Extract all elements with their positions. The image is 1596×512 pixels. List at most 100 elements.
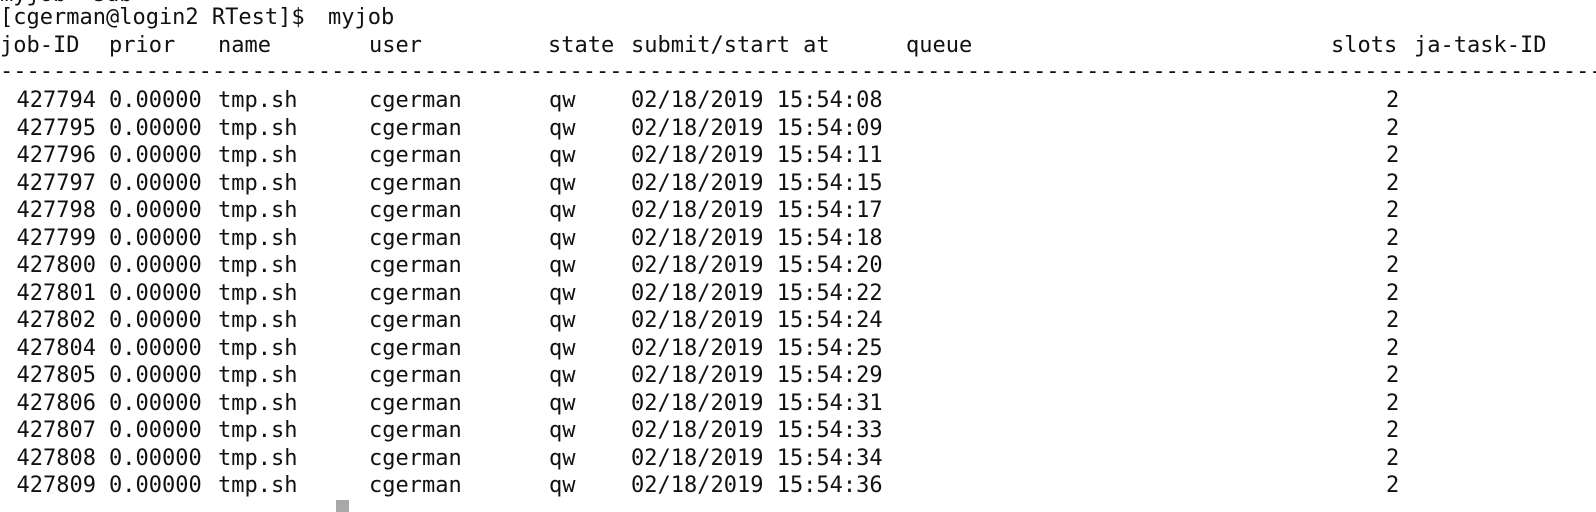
cell-job-id: 427806	[16, 390, 96, 416]
cell-submit-time: 02/18/2019 15:54:31	[631, 390, 883, 416]
cell-user: cgerman	[369, 473, 462, 498]
cell-slots: 2	[1386, 198, 1400, 223]
cell-prior: 0.00000	[109, 143, 202, 168]
cell-user: cgerman	[369, 418, 462, 443]
cell-state: qw	[549, 253, 576, 278]
cell-submit-time: 02/18/2019 15:54:11	[631, 143, 883, 168]
cell-submit-time: 02/18/2019 15:54:17	[631, 198, 883, 223]
cell-submit-time: 02/18/2019 15:54:20	[631, 253, 883, 278]
table-header: job-ID prior name user state submit/star…	[0, 33, 1546, 59]
cell-job-id: 427796	[16, 143, 96, 168]
cell-user: cgerman	[369, 198, 462, 223]
cell-slots: 2	[1386, 308, 1400, 333]
cell-slots: 2	[1386, 115, 1400, 141]
cell-user: cgerman	[369, 335, 462, 361]
cell-state: qw	[549, 473, 576, 498]
cell-user: cgerman	[369, 308, 462, 333]
cell-state: qw	[549, 308, 576, 333]
cell-state: qw	[549, 363, 576, 388]
cell-state: qw	[549, 280, 576, 306]
cell-prior: 0.00000	[109, 198, 202, 223]
cell-prior: 0.00000	[109, 473, 202, 498]
header-slots: slots	[1331, 33, 1398, 58]
command-prompt-line: [cgerman@login2 RTest]$ myjob	[0, 5, 394, 31]
cell-state: qw	[549, 445, 576, 471]
cell-state: qw	[549, 225, 576, 251]
cell-name: tmp.sh	[218, 473, 298, 498]
cell-user: cgerman	[369, 363, 462, 388]
cell-job-id: 427808	[16, 445, 96, 471]
cell-slots: 2	[1386, 170, 1400, 196]
cell-name: tmp.sh	[218, 363, 298, 388]
cell-slots: 2	[1386, 363, 1400, 388]
cell-user: cgerman	[369, 225, 462, 251]
cell-submit-time: 02/18/2019 15:54:36	[631, 473, 883, 498]
cell-prior: 0.00000	[109, 115, 202, 141]
cell-name: tmp.sh	[218, 170, 298, 196]
header-job-id: job-ID	[0, 33, 80, 58]
cell-name: tmp.sh	[218, 418, 298, 443]
cell-submit-time: 02/18/2019 15:54:22	[631, 280, 883, 306]
cell-user: cgerman	[369, 170, 462, 196]
cell-submit-time: 02/18/2019 15:54:18	[631, 225, 883, 251]
cell-slots: 2	[1386, 143, 1400, 168]
cell-job-id: 427804	[16, 335, 96, 361]
cell-user: cgerman	[369, 445, 462, 471]
cell-job-id: 427800	[16, 253, 96, 278]
header-state: state	[548, 33, 615, 58]
terminal-window[interactable]: myjob sub [cgerman@login2 RTest]$ myjob …	[0, 0, 1596, 512]
cell-prior: 0.00000	[109, 88, 202, 113]
shell-prompt: [cgerman@login2 RTest]$	[0, 5, 318, 30]
cell-submit-time: 02/18/2019 15:54:33	[631, 418, 883, 443]
cell-state: qw	[549, 170, 576, 196]
cell-state: qw	[549, 88, 576, 113]
cell-prior: 0.00000	[109, 170, 202, 196]
cell-user: cgerman	[369, 253, 462, 278]
header-ja-task-id: ja-task-ID	[1414, 33, 1547, 58]
cell-job-id: 427805	[16, 363, 96, 388]
cell-name: tmp.sh	[218, 88, 298, 113]
cell-slots: 2	[1386, 253, 1400, 278]
header-name: name	[218, 33, 271, 58]
cell-slots: 2	[1386, 390, 1400, 416]
cell-prior: 0.00000	[109, 335, 202, 361]
cell-job-id: 427794	[16, 88, 96, 113]
cell-job-id: 427795	[16, 115, 96, 141]
cell-job-id: 427801	[16, 280, 96, 306]
cell-slots: 2	[1386, 280, 1400, 306]
cell-state: qw	[549, 390, 576, 416]
cell-name: tmp.sh	[218, 445, 298, 471]
cell-submit-time: 02/18/2019 15:54:09	[631, 115, 883, 141]
cell-slots: 2	[1386, 473, 1400, 498]
cell-state: qw	[549, 115, 576, 141]
cell-state: qw	[549, 418, 576, 443]
cell-job-id: 427802	[16, 308, 96, 333]
cell-job-id: 427797	[16, 170, 96, 196]
cell-state: qw	[549, 335, 576, 361]
header-prior: prior	[109, 33, 176, 58]
header-user: user	[369, 33, 422, 58]
cell-name: tmp.sh	[218, 198, 298, 223]
cell-state: qw	[549, 198, 576, 223]
cell-name: tmp.sh	[218, 335, 298, 361]
cell-user: cgerman	[369, 115, 462, 141]
cell-slots: 2	[1386, 445, 1400, 471]
cell-user: cgerman	[369, 390, 462, 416]
cell-user: cgerman	[369, 88, 462, 113]
terminal-cursor	[336, 500, 349, 512]
cell-name: tmp.sh	[218, 280, 298, 306]
cell-job-id: 427807	[16, 418, 96, 443]
cell-submit-time: 02/18/2019 15:54:29	[631, 363, 883, 388]
cell-name: tmp.sh	[218, 390, 298, 416]
cell-user: cgerman	[369, 143, 462, 168]
cell-name: tmp.sh	[218, 308, 298, 333]
header-submit-start: submit/start at	[631, 33, 830, 58]
cell-name: tmp.sh	[218, 225, 298, 251]
cell-prior: 0.00000	[109, 445, 202, 471]
cell-name: tmp.sh	[218, 253, 298, 278]
cell-prior: 0.00000	[109, 253, 202, 278]
cell-prior: 0.00000	[109, 390, 202, 416]
cell-job-id: 427798	[16, 198, 96, 223]
cell-submit-time: 02/18/2019 15:54:08	[631, 88, 883, 113]
cell-slots: 2	[1386, 335, 1400, 361]
